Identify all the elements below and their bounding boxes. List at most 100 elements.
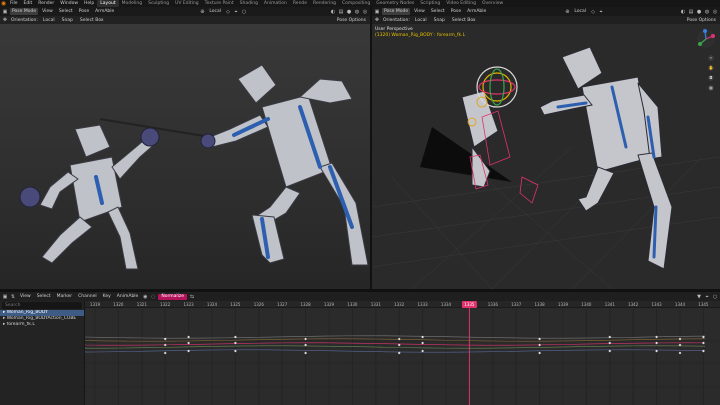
- channel-row[interactable]: ▸ forearm_fk.L: [0, 322, 84, 328]
- menu-edit[interactable]: Edit: [21, 0, 36, 7]
- channel-label: Woman_Rig_BODY: [6, 310, 48, 315]
- mode-dropdown[interactable]: Pose Mode: [10, 8, 39, 15]
- menu-select[interactable]: Select: [429, 8, 447, 15]
- tab-shading[interactable]: Shading: [237, 0, 261, 7]
- menu-view[interactable]: View: [40, 8, 55, 15]
- menu-view[interactable]: View: [18, 293, 33, 300]
- select-mode-dropdown[interactable]: Select Box: [78, 17, 106, 24]
- keyframe: [655, 335, 659, 339]
- menu-marker[interactable]: Marker: [55, 293, 75, 300]
- overlay-icon[interactable]: ◐: [330, 9, 336, 15]
- snapping-icon[interactable]: ⌖: [704, 294, 710, 300]
- menu-pose[interactable]: Pose: [77, 8, 91, 15]
- rendered-shading-icon[interactable]: ◎: [712, 9, 718, 15]
- transform-space-dropdown[interactable]: Local: [207, 8, 223, 15]
- viewport-left-toolsettings: ✥ Orientation: Local Snap Select Box Pos…: [0, 16, 370, 24]
- filter-icon[interactable]: ▼: [696, 294, 702, 300]
- keyframe: [187, 349, 191, 353]
- keyframe: [304, 337, 308, 341]
- transform-icon[interactable]: ⊕: [564, 9, 570, 15]
- menu-key[interactable]: Key: [101, 293, 113, 300]
- material-shading-icon[interactable]: ◍: [354, 9, 360, 15]
- navigation-gizmo[interactable]: [696, 29, 716, 49]
- pan-hand-icon[interactable]: ✋: [708, 65, 714, 71]
- mode-icon[interactable]: ⇅: [10, 294, 16, 300]
- pivot-icon[interactable]: ◇: [225, 9, 231, 15]
- keyframe: [397, 337, 401, 341]
- tool-icon[interactable]: ✥: [374, 17, 380, 23]
- snap-icon[interactable]: ⌖: [598, 9, 604, 15]
- character-head-3: [561, 46, 603, 90]
- tab-uv-editing[interactable]: UV Editing: [172, 0, 201, 7]
- menu-view[interactable]: View: [412, 8, 427, 15]
- tab-texture-paint[interactable]: Texture Paint: [202, 0, 237, 7]
- normalize-toggle[interactable]: Normalize: [158, 293, 187, 300]
- tab-video-editing[interactable]: Video Editing: [443, 0, 479, 7]
- shield-icon: [140, 127, 160, 147]
- tab-rendering[interactable]: Rendering: [310, 0, 339, 7]
- tab-layout[interactable]: Layout: [97, 0, 119, 7]
- overlay-icon[interactable]: ◐: [680, 9, 686, 15]
- editor-type-icon[interactable]: ▣: [2, 9, 8, 15]
- channel-search-input[interactable]: Search: [2, 302, 82, 309]
- tool-icon[interactable]: ✥: [2, 17, 8, 23]
- editor-type-icon[interactable]: ▣: [374, 9, 380, 15]
- orientation-dropdown[interactable]: Local: [413, 17, 429, 24]
- pose-options-dropdown[interactable]: Pose Options: [335, 17, 368, 24]
- mode-dropdown[interactable]: Pose Mode: [382, 8, 411, 15]
- tab-rende[interactable]: Rende: [290, 0, 310, 7]
- normalize-options-icon[interactable]: ⇆: [189, 294, 195, 300]
- menu-animable[interactable]: AnimAble: [115, 293, 141, 300]
- editor-type-icon[interactable]: ▣: [2, 294, 8, 300]
- menu-pose[interactable]: Pose: [449, 8, 463, 15]
- material-shading-icon[interactable]: ◍: [704, 9, 710, 15]
- snap-icon[interactable]: ⌖: [233, 9, 239, 15]
- proportional-icon[interactable]: ○: [712, 294, 718, 300]
- tab-modeling[interactable]: Modeling: [119, 0, 145, 7]
- menu-channel[interactable]: Channel: [76, 293, 98, 300]
- keyframe: [655, 341, 659, 345]
- rendered-shading-icon[interactable]: ◎: [362, 9, 368, 15]
- menu-select[interactable]: Select: [57, 8, 75, 15]
- tab-compositing[interactable]: Compositing: [339, 0, 373, 7]
- transform-icon[interactable]: ⊕: [199, 9, 205, 15]
- menu-window[interactable]: Window: [57, 0, 81, 7]
- menu-render[interactable]: Render: [35, 0, 57, 7]
- menu-file[interactable]: File: [7, 0, 21, 7]
- tab-sculpting[interactable]: Sculpting: [145, 0, 172, 7]
- transform-space-dropdown[interactable]: Local: [572, 8, 588, 15]
- tab-geometry-nodes[interactable]: Geometry Nodes: [373, 0, 417, 7]
- graph-area[interactable]: 1319 1320 1321 1322 1323 1324 1325 1326 1327 1328…: [85, 301, 720, 405]
- snap-dropdown[interactable]: Snap: [432, 17, 447, 24]
- menu-armable[interactable]: ArmAble: [465, 8, 488, 15]
- proportional-icon[interactable]: ○: [241, 9, 247, 15]
- viewport-left-header: ▣ Pose Mode View Select Pose ArmAble ⊕ L…: [0, 7, 370, 16]
- blender-logo-icon[interactable]: ◉: [0, 0, 7, 7]
- only-selected-icon[interactable]: ◉: [142, 294, 148, 300]
- solid-shading-icon[interactable]: ●: [346, 9, 352, 15]
- tab-scripting[interactable]: Scripting: [417, 0, 443, 7]
- xray-icon[interactable]: ▤: [338, 9, 344, 15]
- fcurve: [85, 349, 706, 353]
- keyframe: [421, 341, 425, 345]
- pivot-icon[interactable]: ◇: [590, 9, 596, 15]
- menu-armable[interactable]: ArmAble: [93, 8, 116, 15]
- tab-animation[interactable]: Animation: [261, 0, 290, 7]
- graph-editor[interactable]: ▣ ⇅ View Select Marker Channel Key AnimA…: [0, 292, 720, 405]
- zoom-icon[interactable]: ⌕: [708, 55, 714, 61]
- snap-dropdown[interactable]: Snap: [60, 17, 75, 24]
- camera-icon[interactable]: ◘: [708, 75, 714, 81]
- viewport-left[interactable]: ▣ Pose Mode View Select Pose ArmAble ⊕ L…: [0, 7, 370, 289]
- select-mode-dropdown[interactable]: Select Box: [450, 17, 478, 24]
- pose-options-dropdown[interactable]: Pose Options: [685, 17, 718, 24]
- menu-select[interactable]: Select: [35, 293, 53, 300]
- ghost-icon[interactable]: ◌: [150, 294, 156, 300]
- viewport-right[interactable]: ▣ Pose Mode View Select Pose ArmAble ⊕ L…: [372, 7, 720, 289]
- fcurve: [85, 342, 706, 346]
- xray-icon[interactable]: ▤: [688, 9, 694, 15]
- tab-overview[interactable]: Overview: [479, 0, 506, 7]
- orientation-dropdown[interactable]: Local: [41, 17, 57, 24]
- menu-help[interactable]: Help: [81, 0, 97, 7]
- solid-shading-icon[interactable]: ●: [696, 9, 702, 15]
- grid-icon[interactable]: ▦: [708, 85, 714, 91]
